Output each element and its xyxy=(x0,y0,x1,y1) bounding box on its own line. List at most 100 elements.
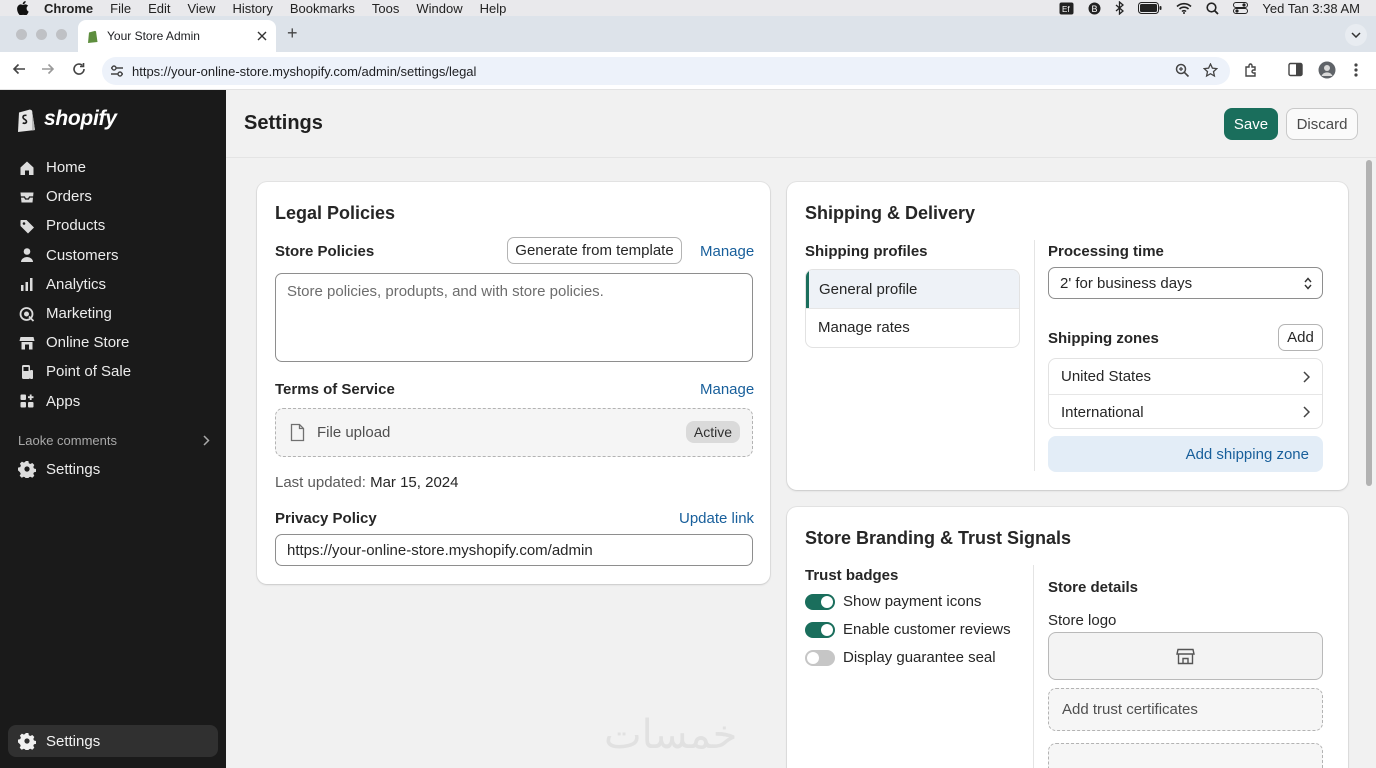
card-title: Shipping & Delivery xyxy=(805,203,976,223)
browser-menu-icon[interactable] xyxy=(1354,62,1358,78)
last-updated-value: Mar 15, 2024 xyxy=(370,474,459,491)
watermark-logo: خمسات xyxy=(604,712,738,758)
toggle-switch[interactable] xyxy=(805,621,835,638)
back-arrow-icon[interactable] xyxy=(12,62,26,76)
bookmark-star-icon[interactable] xyxy=(1203,63,1218,78)
main-scrollbar[interactable] xyxy=(1364,160,1374,768)
forward-arrow-icon[interactable] xyxy=(41,62,55,76)
menu-app-name[interactable]: Chrome xyxy=(44,1,93,16)
minimize-window-button[interactable] xyxy=(36,29,47,40)
update-link-link[interactable]: Update link xyxy=(679,510,754,527)
admin-sidebar: shopify Home Orders Products Customers A… xyxy=(0,90,226,768)
processing-time-select[interactable]: 2' for business days xyxy=(1048,267,1323,299)
control-center-icon[interactable] xyxy=(1233,2,1249,14)
menu-tools[interactable]: Toos xyxy=(372,1,399,16)
menu-file[interactable]: File xyxy=(110,1,131,16)
toggle-display-guarantee-seal[interactable]: Display guarantee seal xyxy=(805,649,996,666)
shipping-profiles-label: Shipping profiles xyxy=(805,243,928,260)
menu-view[interactable]: View xyxy=(187,1,215,16)
sidebar-item-label: Orders xyxy=(46,188,92,206)
sidebar-item-analytics[interactable]: Analytics xyxy=(18,270,131,299)
shipping-zones-list: United States International xyxy=(1048,358,1323,429)
sidebar-item-apps[interactable]: Apps xyxy=(18,387,131,416)
status-badge: Active xyxy=(685,421,740,443)
main-content: Settings Save Discard Legal Policies Sto… xyxy=(226,90,1376,768)
side-panel-icon[interactable] xyxy=(1288,62,1303,77)
site-info-tune-icon[interactable] xyxy=(110,64,124,78)
shipping-profiles-list: General profile Manage rates xyxy=(805,269,1020,348)
manage-terms-link[interactable]: Manage xyxy=(700,381,754,398)
sidebar-item-orders[interactable]: Orders xyxy=(18,182,131,211)
close-window-button[interactable] xyxy=(16,29,27,40)
extensions-puzzle-icon[interactable] xyxy=(1243,62,1259,78)
wifi-icon[interactable] xyxy=(1176,2,1192,14)
address-bar[interactable]: https://your-online-store.myshopify.com/… xyxy=(102,57,1230,85)
zone-international[interactable]: International xyxy=(1049,394,1322,428)
generate-from-template-button[interactable]: Generate from template xyxy=(507,237,682,264)
sidebar-footer-settings[interactable]: Settings xyxy=(8,725,218,757)
menu-bookmarks[interactable]: Bookmarks xyxy=(290,1,355,16)
discard-button[interactable]: Discard xyxy=(1286,108,1358,140)
toggle-enable-customer-reviews[interactable]: Enable customer reviews xyxy=(805,621,1011,638)
menu-edit[interactable]: Edit xyxy=(148,1,170,16)
sidebar-item-customers[interactable]: Customers xyxy=(18,241,131,270)
browser-tab-active[interactable]: Your Store Admin xyxy=(78,20,276,52)
sidebar-item-label: Settings xyxy=(46,460,101,478)
page-title: Settings xyxy=(244,112,323,134)
add-shipping-zone-button[interactable]: Add shipping zone xyxy=(1048,436,1323,472)
file-upload-dropzone[interactable]: File upload Active xyxy=(275,408,753,457)
column-divider xyxy=(1034,240,1035,471)
toggle-label: Show payment icons xyxy=(843,593,982,610)
tab-search-chevron-icon[interactable] xyxy=(1345,24,1367,46)
terms-of-service-label: Terms of Service xyxy=(275,381,395,398)
add-trust-certificates-button[interactable]: Add trust certificates xyxy=(1048,688,1323,731)
store-policies-label: Store Policies xyxy=(275,243,375,260)
menu-help[interactable]: Help xyxy=(480,1,507,16)
profile-general[interactable]: General profile xyxy=(806,270,1019,308)
add-zone-button[interactable]: Add xyxy=(1278,324,1323,351)
apple-icon[interactable] xyxy=(0,1,44,15)
store-policies-textarea[interactable]: Store policies, produpts, and with store… xyxy=(275,273,753,362)
additional-upload-slot[interactable] xyxy=(1048,743,1323,768)
bluetooth-icon[interactable] xyxy=(1115,1,1125,15)
sidebar-item-point-of-sale[interactable]: Point of Sale xyxy=(18,357,131,386)
profile-manage-rates[interactable]: Manage rates xyxy=(806,308,1019,346)
toggle-switch[interactable] xyxy=(805,593,835,610)
manage-policies-link[interactable]: Manage xyxy=(700,243,754,260)
save-button[interactable]: Save xyxy=(1224,108,1278,140)
scrollbar-thumb[interactable] xyxy=(1366,160,1372,486)
privacy-policy-label: Privacy Policy xyxy=(275,510,377,527)
menubar-clock[interactable]: Yed Tan 3:38 AM xyxy=(1262,1,1360,16)
b-status-icon[interactable]: B xyxy=(1088,2,1101,15)
store-logo-upload[interactable] xyxy=(1048,632,1323,680)
sidebar-item-settings[interactable]: Settings xyxy=(18,460,100,478)
keyboard-input-icon[interactable]: Ef xyxy=(1059,2,1074,15)
sidebar-item-label: Marketing xyxy=(46,305,112,323)
zoom-icon[interactable] xyxy=(1175,63,1190,78)
sidebar-item-online-store[interactable]: Online Store xyxy=(18,328,131,357)
sidebar-section-header[interactable]: Laoke comments xyxy=(18,433,210,448)
sidebar-item-marketing[interactable]: Marketing xyxy=(18,299,131,328)
tab-title: Your Store Admin xyxy=(107,29,200,43)
privacy-url-input[interactable] xyxy=(275,534,753,566)
url-text[interactable]: https://your-online-store.myshopify.com/… xyxy=(132,64,476,79)
tab-close-icon[interactable] xyxy=(257,31,267,41)
menu-window[interactable]: Window xyxy=(416,1,462,16)
spotlight-search-icon[interactable] xyxy=(1206,1,1220,15)
battery-icon[interactable] xyxy=(1138,2,1162,14)
reload-icon[interactable] xyxy=(72,62,86,76)
toggle-show-payment-icons[interactable]: Show payment icons xyxy=(805,593,981,610)
shopify-logo[interactable]: shopify xyxy=(16,106,117,132)
new-tab-button[interactable]: + xyxy=(287,23,298,44)
zone-label: United States xyxy=(1061,368,1152,385)
sidebar-item-products[interactable]: Products xyxy=(18,211,131,240)
profile-avatar[interactable] xyxy=(1318,61,1336,79)
toggle-switch[interactable] xyxy=(805,649,835,666)
chevron-right-icon xyxy=(203,435,210,446)
zone-united-states[interactable]: United States xyxy=(1049,359,1322,394)
sidebar-item-home[interactable]: Home xyxy=(18,153,131,182)
zoom-window-button[interactable] xyxy=(56,29,67,40)
toggle-label: Enable customer reviews xyxy=(843,621,1011,638)
apps-icon xyxy=(18,392,36,410)
menu-history[interactable]: History xyxy=(232,1,272,16)
